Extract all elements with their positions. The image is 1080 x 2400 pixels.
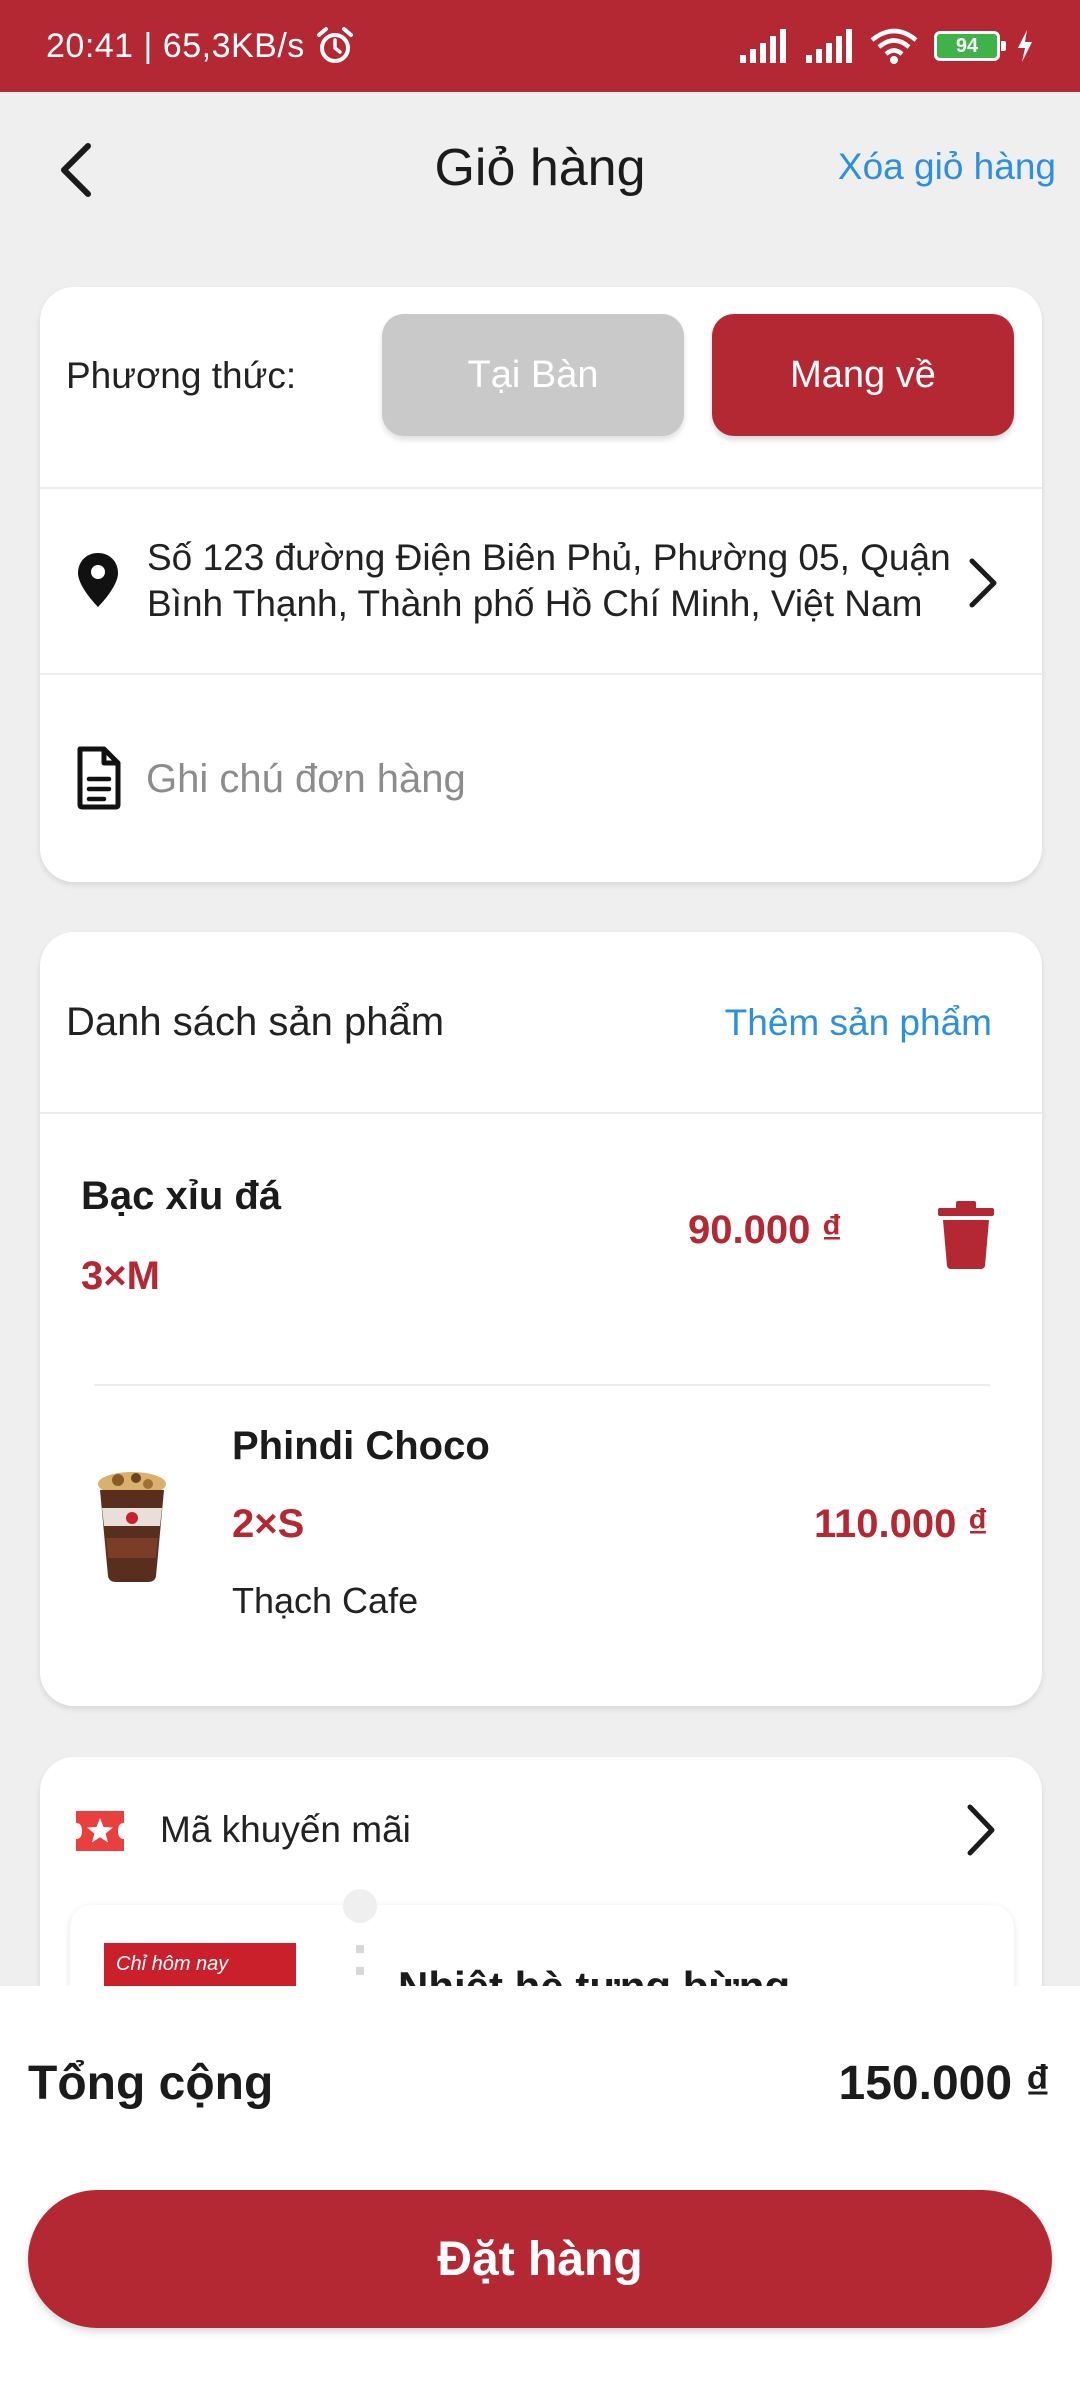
product-image — [98, 1472, 166, 1582]
alarm-icon — [316, 27, 353, 63]
order-note-input[interactable] — [146, 751, 966, 807]
status-time-speed: 20:41 | 65,3KB/s — [46, 26, 305, 65]
wifi-icon — [870, 28, 918, 64]
order-info-card: Phương thức: Tại Bàn Mang về Số 123 đườn… — [40, 287, 1042, 882]
voucher-notch — [343, 1889, 377, 1923]
signal-icon-2 — [806, 29, 852, 63]
battery-icon: 94 — [934, 31, 1006, 61]
voucher-image-text: Chỉ hôm nay — [116, 1953, 229, 1975]
checkout-bar: Tổng cộng 150.000 ₫ Đặt hàng — [0, 1986, 1080, 2400]
product-qty-size: 3×M — [81, 1254, 160, 1298]
header: Giỏ hàng Xóa giỏ hàng — [0, 92, 1080, 248]
charging-icon — [1018, 30, 1032, 62]
clear-cart-button[interactable]: Xóa giỏ hàng — [838, 146, 1056, 188]
product-price: 90.000 ₫ — [688, 1208, 842, 1252]
total-label: Tổng cộng — [28, 2057, 274, 2110]
note-row — [40, 673, 1042, 882]
product-list-title: Danh sách sản phẩm — [66, 1000, 445, 1044]
chevron-right-icon — [967, 1804, 995, 1856]
takeaway-button[interactable]: Mang về — [712, 314, 1014, 436]
divider — [40, 1112, 1042, 1114]
ticket-star-icon — [76, 1811, 124, 1851]
promo-label: Mã khuyến mãi — [160, 1809, 411, 1850]
trash-icon[interactable] — [936, 1200, 996, 1270]
status-right: 94 — [738, 28, 1034, 64]
product-qty-size: 2×S — [232, 1502, 305, 1546]
signal-icon — [740, 29, 786, 63]
status-bar: 20:41 | 65,3KB/s 94 — [0, 0, 1080, 92]
document-icon — [77, 746, 121, 810]
method-row: Phương thức: Tại Bàn Mang về — [40, 287, 1042, 487]
status-left: 20:41 | 65,3KB/s — [46, 26, 355, 66]
product-name: Bạc xỉu đá — [81, 1174, 282, 1218]
chevron-right-icon — [969, 558, 997, 608]
product-name: Phindi Choco — [232, 1424, 490, 1468]
location-pin-icon — [78, 553, 118, 607]
product-price: 110.000 ₫ — [814, 1502, 989, 1546]
item-divider — [94, 1384, 990, 1386]
address-text: Số 123 đường Điện Biên Phủ, Phường 05, Q… — [147, 537, 951, 624]
product-list-card: Danh sách sản phẩm Thêm sản phẩm Bạc xỉu… — [40, 932, 1042, 1706]
total-value: 150.000 ₫ — [838, 2057, 1050, 2110]
battery-level: 94 — [955, 34, 979, 57]
product-topping: Thạch Cafe — [232, 1580, 419, 1621]
add-product-button[interactable]: Thêm sản phẩm — [725, 1002, 992, 1044]
place-order-button[interactable]: Đặt hàng — [28, 2190, 1052, 2328]
method-label: Phương thức: — [66, 355, 297, 396]
address-row[interactable]: Số 123 đường Điện Biên Phủ, Phường 05, Q… — [40, 487, 1042, 673]
dine-in-button[interactable]: Tại Bàn — [382, 314, 684, 436]
